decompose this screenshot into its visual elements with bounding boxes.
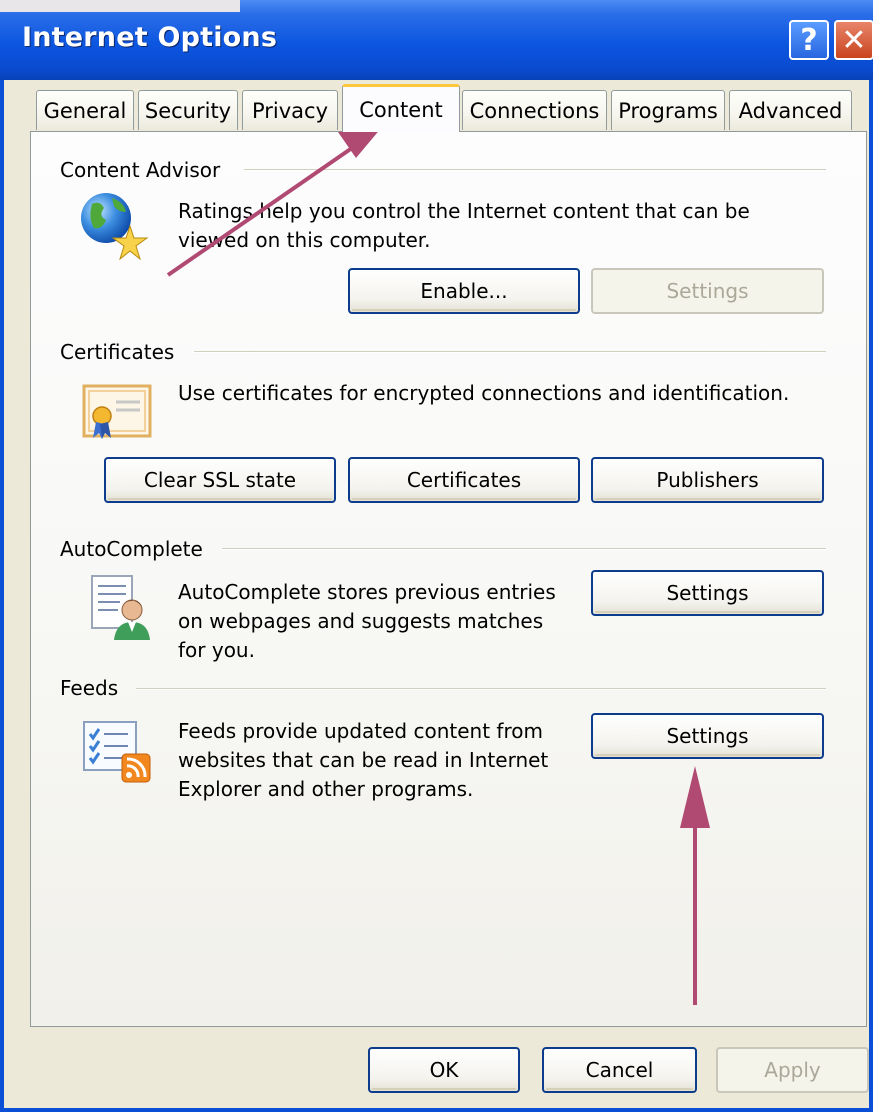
content-advisor-settings-button[interactable]: Settings bbox=[591, 268, 824, 314]
autocomplete-description-line2: on webpages and suggests matches bbox=[178, 609, 544, 633]
apply-button[interactable]: Apply bbox=[716, 1047, 869, 1093]
autocomplete-divider bbox=[222, 548, 826, 550]
content-advisor-description-line1: Ratings help you control the Internet co… bbox=[178, 199, 750, 223]
certificate-icon bbox=[82, 384, 152, 439]
feeds-heading: Feeds bbox=[60, 676, 119, 700]
enable-button[interactable]: Enable... bbox=[348, 268, 580, 314]
content-advisor-settings-label: Settings bbox=[666, 279, 749, 303]
tab-advanced-label: Advanced bbox=[738, 98, 843, 123]
tab-connections-label: Connections bbox=[469, 98, 600, 123]
title-bar-fade bbox=[0, 0, 240, 12]
close-button[interactable]: ✕ bbox=[834, 20, 873, 60]
tab-advanced[interactable]: Advanced bbox=[729, 90, 852, 130]
autocomplete-heading: AutoComplete bbox=[60, 537, 203, 561]
autocomplete-user-icon bbox=[91, 575, 150, 640]
clear-ssl-state-button[interactable]: Clear SSL state bbox=[104, 457, 336, 503]
tab-security-label: Security bbox=[144, 98, 232, 123]
tab-connections[interactable]: Connections bbox=[462, 90, 607, 130]
feeds-description-line3: Explorer and other programs. bbox=[178, 777, 474, 801]
tab-privacy[interactable]: Privacy bbox=[242, 90, 338, 130]
feeds-rss-icon bbox=[83, 721, 151, 783]
globe-star-icon bbox=[81, 193, 149, 260]
certificates-heading: Certificates bbox=[60, 340, 175, 364]
window-title: Internet Options bbox=[22, 22, 278, 53]
enable-button-label: Enable... bbox=[420, 279, 508, 303]
help-icon: ? bbox=[800, 22, 818, 58]
feeds-divider bbox=[136, 688, 826, 690]
close-icon: ✕ bbox=[841, 22, 867, 58]
help-button[interactable]: ? bbox=[789, 20, 829, 60]
content-advisor-heading: Content Advisor bbox=[60, 158, 221, 182]
cancel-button[interactable]: Cancel bbox=[542, 1047, 697, 1093]
publishers-button-label: Publishers bbox=[656, 468, 759, 492]
content-advisor-divider bbox=[244, 169, 826, 171]
tab-content-label: Content bbox=[359, 97, 443, 122]
autocomplete-description-line1: AutoComplete stores previous entries bbox=[178, 580, 556, 604]
autocomplete-settings-label: Settings bbox=[666, 581, 749, 605]
feeds-settings-button[interactable]: Settings bbox=[591, 713, 824, 759]
certificates-button-label: Certificates bbox=[406, 468, 522, 492]
tab-general[interactable]: General bbox=[36, 90, 134, 130]
tab-content[interactable]: Content bbox=[342, 84, 460, 132]
feeds-settings-label: Settings bbox=[666, 724, 749, 748]
content-advisor-description-line2: viewed on this computer. bbox=[178, 228, 431, 252]
tab-privacy-label: Privacy bbox=[251, 98, 329, 123]
autocomplete-settings-button[interactable]: Settings bbox=[591, 570, 824, 616]
clear-ssl-state-label: Clear SSL state bbox=[143, 468, 297, 492]
ok-button-label: OK bbox=[429, 1058, 459, 1082]
cancel-button-label: Cancel bbox=[585, 1058, 654, 1082]
ok-button[interactable]: OK bbox=[368, 1047, 520, 1093]
autocomplete-description-line3: for you. bbox=[178, 638, 255, 662]
certificates-description: Use certificates for encrypted connectio… bbox=[178, 381, 790, 405]
publishers-button[interactable]: Publishers bbox=[591, 457, 824, 503]
certificates-divider bbox=[194, 351, 826, 353]
apply-button-label: Apply bbox=[764, 1058, 821, 1082]
tab-programs[interactable]: Programs bbox=[611, 90, 725, 130]
feeds-description-line1: Feeds provide updated content from bbox=[178, 719, 543, 743]
internet-options-window: Internet Options ? ✕ General Security Pr… bbox=[0, 0, 873, 1112]
tab-security[interactable]: Security bbox=[138, 90, 238, 130]
certificates-button[interactable]: Certificates bbox=[348, 457, 580, 503]
feeds-description-line2: websites that can be read in Internet bbox=[178, 748, 549, 772]
tab-general-label: General bbox=[43, 98, 127, 123]
title-bar[interactable]: Internet Options ? ✕ bbox=[0, 0, 873, 80]
tab-programs-label: Programs bbox=[618, 98, 718, 123]
